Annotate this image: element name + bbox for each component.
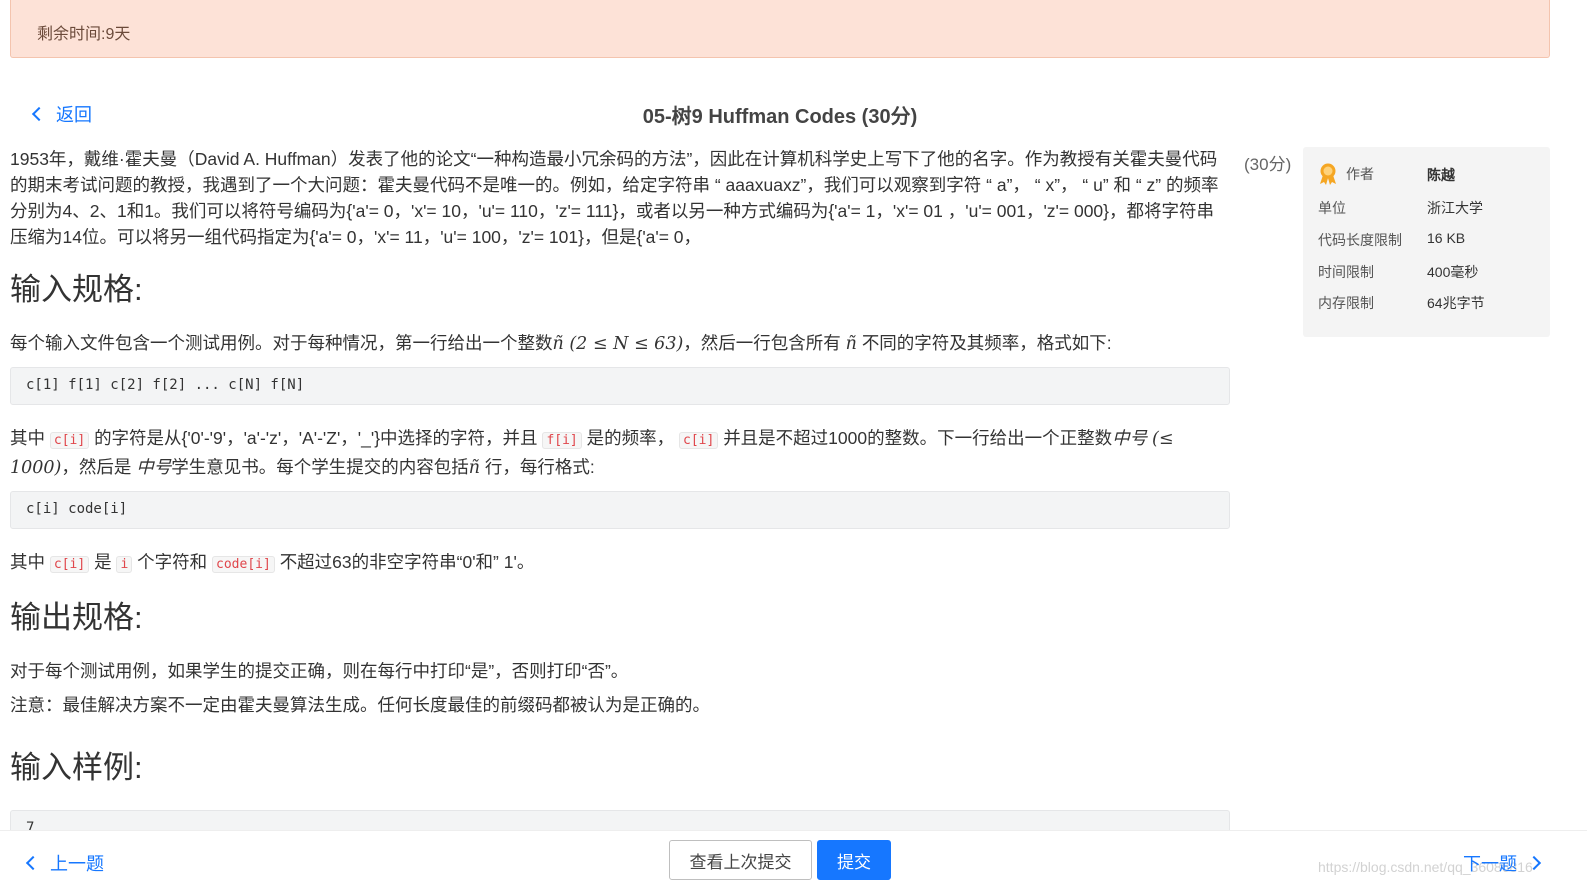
submit-button[interactable]: 提交 [817,840,891,880]
text: ，然后是 [61,457,132,477]
info-label: 内存限制 [1318,295,1374,311]
text: 学生意见书。每个学生提交的内容包括 [171,457,469,477]
inline-code: c[i] [49,556,90,573]
inline-code: i [116,556,133,573]
problem-title: 05-树9 Huffman Codes (30分) [642,106,918,128]
info-label: 作者 [1346,166,1374,182]
output-spec-heading: 输出规格: [10,600,143,635]
text: ，然后一行包含所有 [683,333,841,353]
input-spec-paragraph-2: 其中 c[i] 的字符是从{'0'-'9'，'a'-'z'，'A'-'Z'，'_… [10,425,1230,481]
inline-code: c[i] [679,432,719,449]
text: 并且是不超过1000的整数。下一行给出一个正整数 [723,428,1113,448]
output-spec-paragraph-1: 对于每个测试用例，如果学生的提交正确，则在每行中打印“是”，否则打印“否”。 [10,661,629,681]
info-label: 代码长度限制 [1318,232,1402,248]
text: 的字符是从{'0'-'9'，'a'-'z'，'A'-'Z'，'_'}中选择的字符… [94,428,538,448]
text: 其中 [10,552,45,572]
medal-icon [1320,163,1336,185]
info-value: 400毫秒 [1427,264,1479,280]
text: 不超过63的非空字符串“0'和” 1'。 [279,552,535,572]
input-spec-heading: 输入规格: [10,272,143,307]
math-expression: 中号 [1112,429,1148,449]
info-value: 浙江大学 [1427,200,1483,216]
chevron-right-icon [1526,855,1542,871]
text: 每个输入文件包含一个测试用例。对于每种情况，第一行给出一个整数 [10,333,553,353]
sample-input-line: 7 [26,820,35,830]
text: 是 [94,552,112,572]
info-label: 单位 [1318,200,1346,216]
problem-score: (30分) [1244,155,1292,174]
info-author-label: 作者 [1318,163,1374,185]
inline-code: c[i] [49,432,90,449]
problem-content: 1953年，戴维·霍夫曼（David A. Huffman）发表了他的论文“一种… [10,146,1230,830]
prev-label: 上一题 [50,854,104,874]
prev-problem-link[interactable]: 上一题 [25,850,104,876]
view-last-submission-button[interactable]: 查看上次提交 [669,840,812,880]
inline-code: f[i] [542,432,582,449]
inline-code: code[i] [212,556,275,573]
time-remaining-banner: 剩余时间:9天 [10,0,1550,58]
input-spec-paragraph-1: 每个输入文件包含一个测试用例。对于每种情况，第一行给出一个整数ñ (2 ≤ N … [10,330,1230,357]
math-expression: ñ (2 ≤ N ≤ 63) [552,334,684,354]
info-author-value: 陈越 [1427,167,1455,183]
text: 不同的字符及其频率，格式如下: [861,333,1112,353]
info-value: 64兆字节 [1427,295,1485,311]
code-block-submission: c[i] code[i] [10,491,1230,529]
info-value: 16 KB [1427,230,1466,246]
info-label: 时间限制 [1318,264,1374,280]
next-problem-link[interactable]: 下一题 [1463,850,1542,876]
time-remaining-text: 剩余时间:9天 [37,26,131,43]
problem-intro: 1953年，戴维·霍夫曼（David A. Huffman）发表了他的论文“一种… [10,149,1219,247]
problem-info-panel: 作者 陈越 单位 浙江大学 代码长度限制 16 KB 时间限制 400毫秒 内存… [1303,147,1550,337]
chevron-left-icon [25,855,41,871]
text: 行，每行格式: [484,457,595,477]
math-expression: ñ [468,458,481,478]
input-spec-paragraph-3: 其中 c[i] 是 i 个字符和 code[i] 不超过63的非空字符串“0'和… [10,549,1230,578]
sample-input-heading: 输入样例: [10,750,143,785]
text: 其中 [10,428,45,448]
code-block-sample-input: 7 [10,810,1230,830]
footer-bar: 上一题 查看上次提交 提交 https://blog.csdn.net/qq_3… [0,830,1587,896]
text: 个字符和 [137,552,208,572]
math-expression: 中号 [136,458,172,478]
next-label: 下一题 [1463,854,1517,874]
math-expression: ñ [845,334,857,354]
text: 是的频率， [586,428,675,448]
output-spec-note: 注意：最佳解决方案不一定由霍夫曼算法生成。任何长度最佳的前缀码都被认为是正确的。 [10,695,710,715]
code-block-format: c[1] f[1] c[2] f[2] ... c[N] f[N] [10,367,1230,405]
